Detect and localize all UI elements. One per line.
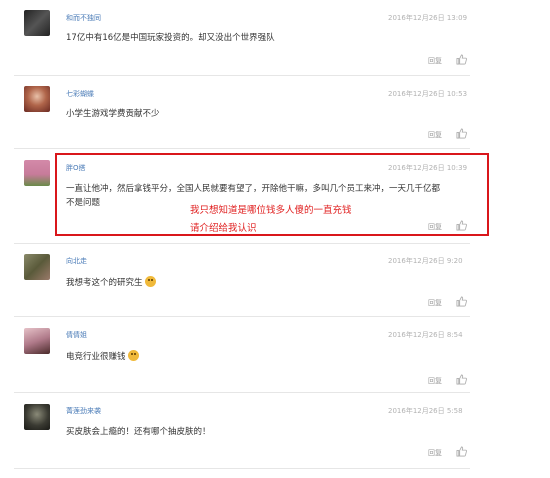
comment-text: 电竞行业很赚钱	[66, 350, 466, 364]
highlight-box	[55, 153, 489, 236]
avatar[interactable]	[24, 328, 50, 354]
comment-text: 小学生游戏学费贡献不少	[66, 109, 160, 119]
thumbs-up-icon[interactable]	[456, 128, 467, 139]
thumbs-up-icon[interactable]	[456, 374, 467, 385]
comment-text-content: 我想考这个的研究生	[66, 278, 143, 288]
comment-item: 向北走 2016年12月26日 9:20 我想考这个的研究生 回复	[0, 244, 480, 314]
reply-button[interactable]: 回复	[428, 56, 442, 66]
comment-timestamp: 2016年12月26日 5:58	[388, 407, 463, 415]
comment-item: 七彩蝴蝶 2016年12月26日 10:53 小学生游戏学费贡献不少 回复	[0, 76, 480, 146]
annotation-line-2: 请介绍给我认识	[190, 223, 257, 234]
comment-timestamp: 2016年12月26日 10:53	[388, 90, 468, 98]
comment-text-content: 电竞行业很赚钱	[66, 352, 126, 362]
money-emoji-icon	[127, 350, 139, 361]
comment-text: 买皮肤会上瘾的！还有哪个抽皮肤的！	[66, 427, 211, 437]
comment-item: 菁莲劲来袭 2016年12月26日 5:58 买皮肤会上瘾的！还有哪个抽皮肤的！…	[0, 394, 480, 472]
divider	[14, 148, 470, 149]
comment-timestamp: 2016年12月26日 9:20	[388, 257, 463, 265]
avatar[interactable]	[24, 160, 50, 186]
avatar[interactable]	[24, 254, 50, 280]
thumbs-up-icon[interactable]	[456, 446, 467, 457]
comment-username[interactable]: 和而不独同	[66, 13, 101, 23]
divider	[14, 316, 470, 317]
comment-item: 倩倩姐 2016年12月26日 8:54 电竞行业很赚钱 回复	[0, 318, 480, 390]
annotation-line-1: 我只想知道是哪位钱多人傻的一直充钱	[190, 205, 352, 216]
reply-button[interactable]: 回复	[428, 448, 442, 458]
comment-timestamp: 2016年12月26日 13:09	[388, 14, 468, 22]
avatar[interactable]	[24, 86, 50, 112]
reply-button[interactable]: 回复	[428, 376, 442, 386]
comment-text: 我想考这个的研究生	[66, 276, 466, 290]
divider	[14, 468, 470, 469]
comment-username[interactable]: 倩倩姐	[66, 330, 87, 340]
comment-username[interactable]: 七彩蝴蝶	[66, 89, 94, 99]
comment-feed: 和而不独同 2016年12月26日 13:09 17亿中有16亿是中国玩家投资的…	[0, 0, 550, 478]
smile-emoji-icon	[144, 276, 156, 287]
comment-text: 17亿中有16亿是中国玩家投资的。却又没出个世界强队	[66, 33, 275, 43]
reply-button[interactable]: 回复	[428, 130, 442, 140]
avatar[interactable]	[24, 404, 50, 430]
avatar[interactable]	[24, 10, 50, 36]
comment-timestamp: 2016年12月26日 8:54	[388, 331, 463, 339]
divider	[14, 392, 470, 393]
comment-username[interactable]: 向北走	[66, 256, 87, 266]
thumbs-up-icon[interactable]	[456, 296, 467, 307]
thumbs-up-icon[interactable]	[456, 54, 467, 65]
reply-button[interactable]: 回复	[428, 298, 442, 308]
comment-item: 和而不独同 2016年12月26日 13:09 17亿中有16亿是中国玩家投资的…	[0, 0, 480, 75]
comment-username[interactable]: 菁莲劲来袭	[66, 406, 101, 416]
